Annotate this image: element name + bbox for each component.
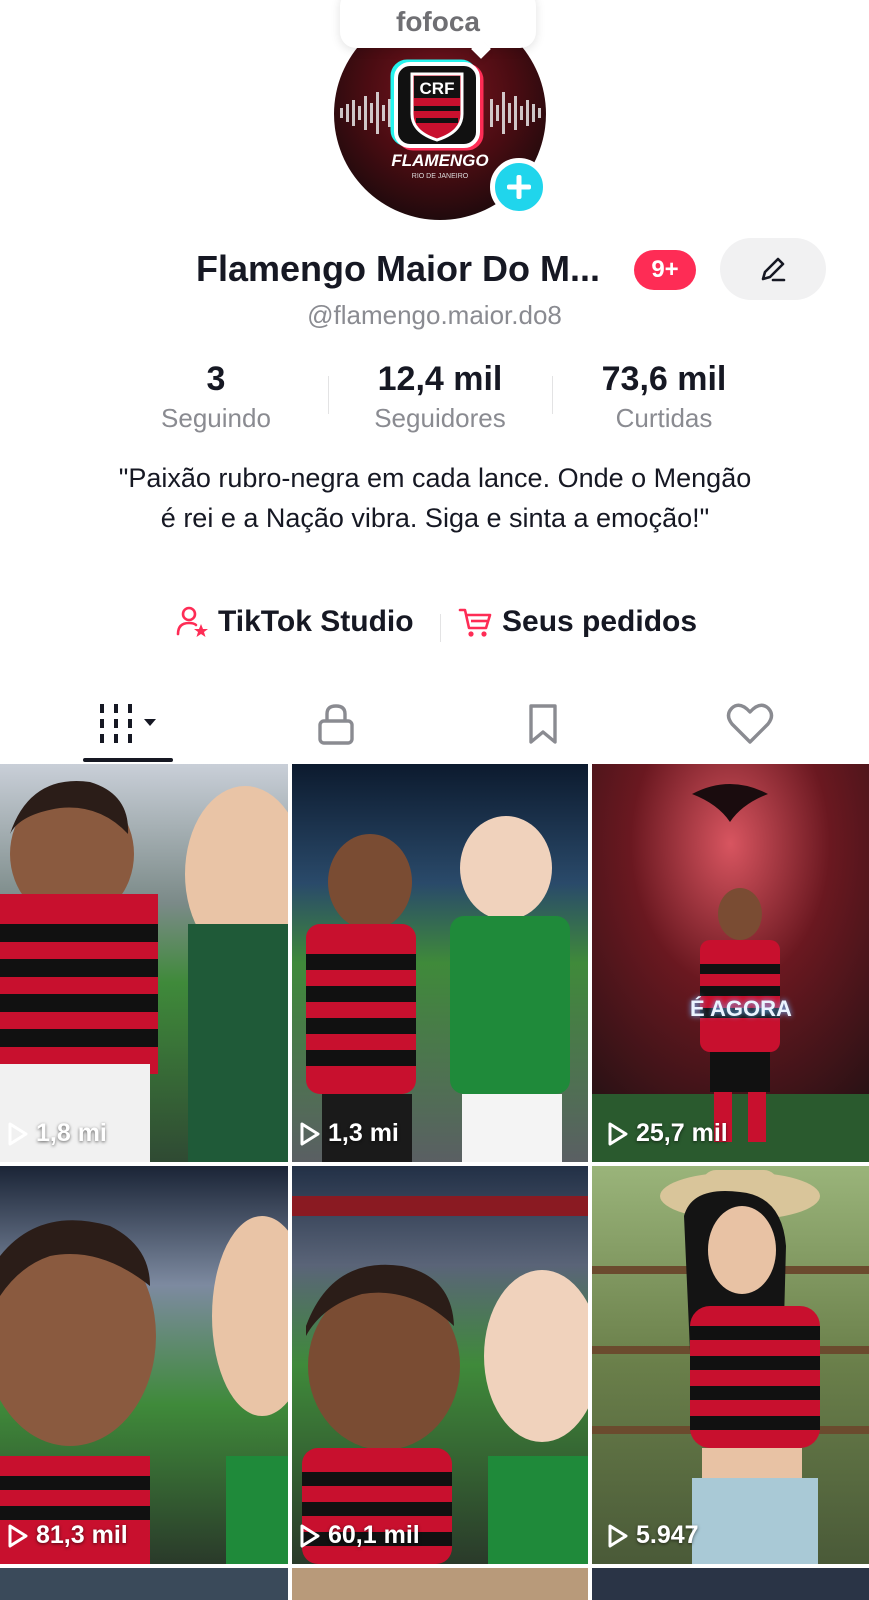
pencil-icon [761, 257, 786, 282]
video-thumbnail-image [592, 764, 869, 1162]
tab-videos[interactable] [20, 686, 237, 762]
lock-icon [317, 704, 354, 745]
plus-icon [507, 175, 531, 199]
view-count-text: 5.947 [636, 1521, 699, 1549]
notification-badge[interactable]: 9+ [634, 250, 696, 290]
stat-followers-label: Seguidores [374, 403, 506, 433]
svg-text:RIO DE JANEIRO: RIO DE JANEIRO [412, 173, 469, 180]
play-icon [300, 1122, 320, 1145]
tiktok-studio-label: TikTok Studio [218, 605, 414, 638]
tab-private[interactable] [227, 686, 444, 762]
stat-likes[interactable]: 73,6 mil Curtidas [554, 360, 774, 434]
video-thumbnail[interactable]: 81,3 mil [0, 1166, 288, 1564]
stat-following[interactable]: 3 Seguindo [106, 360, 326, 434]
profile-stats: 3 Seguindo 12,4 mil Seguidores 73,6 mil … [0, 360, 869, 440]
video-thumbnail[interactable]: 1,8 mi [0, 764, 288, 1162]
username: @flamengo.maior.do8 [307, 300, 562, 330]
profile-tabs [0, 686, 869, 762]
stat-divider [552, 376, 553, 414]
heart-icon [726, 703, 773, 744]
creator-studio-icon [176, 606, 208, 637]
view-count-text: 25,7 mil [636, 1119, 728, 1147]
video-thumbnail-image [292, 1166, 588, 1564]
view-count: 1,8 mi [6, 1119, 107, 1148]
tab-liked[interactable] [641, 686, 858, 762]
orders-label: Seus pedidos [502, 605, 698, 638]
view-count-text: 81,3 mil [36, 1521, 128, 1549]
tiktok-studio-link[interactable]: TikTok Studio [174, 604, 414, 640]
view-count-text: 60,1 mil [328, 1521, 420, 1549]
view-count: 25,7 mil [606, 1119, 728, 1148]
stat-followers[interactable]: 12,4 mil Seguidores [330, 360, 550, 434]
video-thumbnail[interactable]: É AGORA 25,7 mil [592, 764, 869, 1162]
profile-bio: "Paixão rubro-negra em cada lance. Onde … [118, 463, 752, 533]
video-thumbnail[interactable]: 1,3 mi [292, 764, 588, 1162]
play-icon [300, 1524, 320, 1547]
shopping-cart-icon [458, 608, 492, 637]
svg-text:FLAMENGO: FLAMENGO [391, 151, 488, 170]
video-overlay-text: É AGORA [690, 996, 792, 1021]
orders-link[interactable]: Seus pedidos [458, 604, 697, 640]
video-thumbnail-image [0, 764, 288, 1162]
note-text: fofoca [396, 6, 480, 37]
profile-name-row: Flamengo Maior Do M... 9+ [0, 238, 869, 300]
play-icon [8, 1524, 28, 1547]
edit-profile-button[interactable] [720, 238, 826, 300]
view-count: 60,1 mil [298, 1521, 420, 1550]
stat-following-value: 3 [206, 360, 226, 398]
video-thumbnail-image [292, 764, 588, 1162]
note-bubble[interactable]: fofoca [340, 0, 536, 48]
stat-divider [328, 376, 329, 414]
video-thumbnail[interactable]: 5.947 [592, 1166, 869, 1564]
stat-followers-value: 12,4 mil [377, 360, 503, 398]
tab-saved[interactable] [434, 686, 651, 762]
video-thumbnail[interactable] [592, 1568, 869, 1600]
stat-following-label: Seguindo [161, 403, 271, 433]
video-thumbnail[interactable] [292, 1568, 588, 1600]
active-tab-indicator [83, 758, 173, 762]
svg-text:CRF: CRF [420, 79, 455, 98]
video-thumbnail-image [592, 1166, 869, 1564]
view-count: 1,3 mi [298, 1119, 399, 1148]
play-icon [608, 1122, 628, 1145]
video-thumbnail[interactable] [0, 1568, 288, 1600]
stat-likes-value: 73,6 mil [601, 360, 727, 398]
view-count-text: 1,8 mi [36, 1119, 107, 1147]
stat-likes-label: Curtidas [615, 403, 713, 433]
play-icon [8, 1122, 28, 1145]
video-thumbnail-image [0, 1166, 288, 1564]
view-count: 81,3 mil [6, 1521, 128, 1550]
grid-videos-icon [99, 704, 156, 743]
play-icon [608, 1524, 628, 1547]
video-thumbnail[interactable]: 60,1 mil [292, 1166, 588, 1564]
view-count: 5.947 [606, 1521, 699, 1550]
add-story-button[interactable] [490, 158, 548, 216]
display-name[interactable]: Flamengo Maior Do M... [196, 248, 600, 290]
profile-links: TikTok Studio Seus pedidos [0, 604, 869, 652]
bookmark-icon [528, 704, 557, 744]
links-divider [440, 614, 441, 642]
view-count-text: 1,3 mi [328, 1119, 399, 1147]
